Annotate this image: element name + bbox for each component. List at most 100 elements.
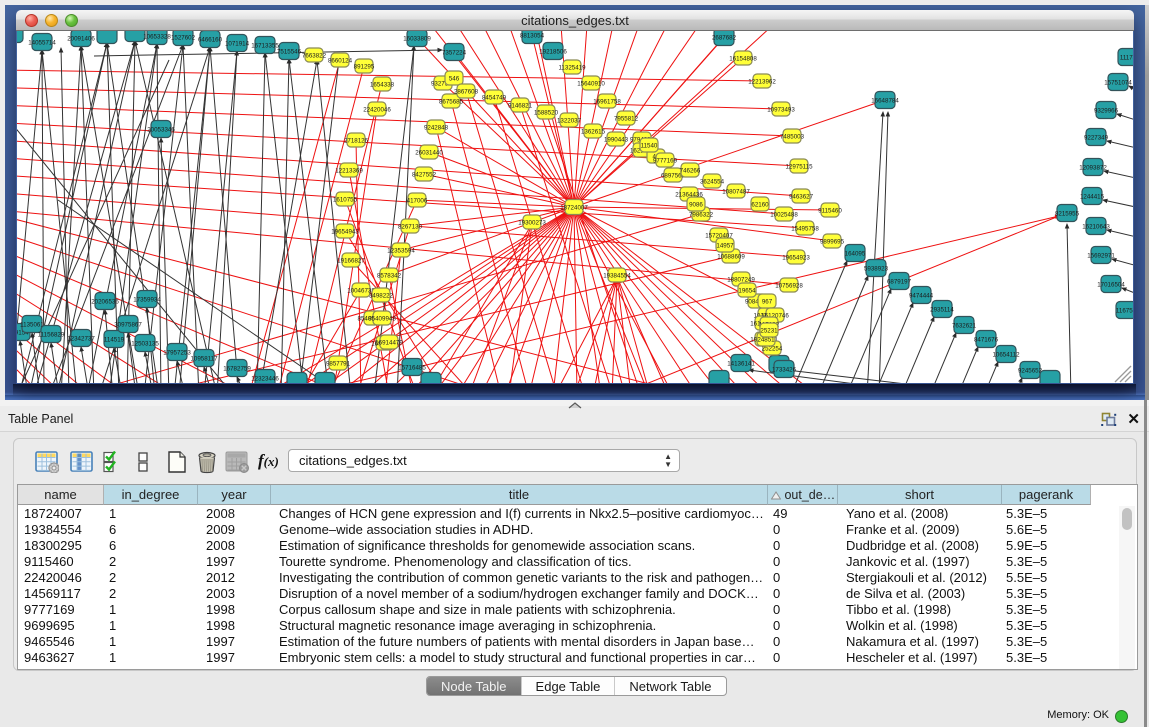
svg-text:10958117: 10958117 xyxy=(190,356,218,363)
svg-text:12503135: 12503135 xyxy=(131,341,159,348)
svg-text:7357224: 7357224 xyxy=(442,50,467,57)
svg-text:8454749: 8454749 xyxy=(482,95,507,102)
svg-text:16210643: 16210643 xyxy=(1082,224,1110,231)
svg-text:10756928: 10756928 xyxy=(775,283,803,290)
svg-text:2687682: 2687682 xyxy=(712,35,737,42)
svg-text:17359934: 17359934 xyxy=(133,297,161,304)
svg-text:16648784: 16648784 xyxy=(871,98,899,105)
svg-text:1527602: 1527602 xyxy=(171,35,196,42)
svg-text:9857791: 9857791 xyxy=(326,361,351,368)
svg-text:9777169: 9777169 xyxy=(653,158,678,165)
svg-text:15640910: 15640910 xyxy=(577,81,605,88)
svg-text:2867608: 2867608 xyxy=(454,89,479,96)
svg-text:20091406: 20091406 xyxy=(67,36,95,43)
svg-text:22420046: 22420046 xyxy=(363,107,391,114)
svg-text:11325419: 11325419 xyxy=(558,65,586,72)
svg-text:19654: 19654 xyxy=(738,288,756,295)
svg-text:9146821: 9146821 xyxy=(508,103,533,110)
svg-text:9086: 9086 xyxy=(689,202,703,209)
svg-text:1610755: 1610755 xyxy=(333,197,358,204)
svg-text:9463627: 9463627 xyxy=(789,194,814,201)
svg-text:20206536: 20206536 xyxy=(91,299,119,306)
svg-text:8471676: 8471676 xyxy=(974,337,999,344)
svg-text:15716485: 15716485 xyxy=(398,365,426,372)
svg-text:164095: 164095 xyxy=(845,251,866,258)
svg-text:11540: 11540 xyxy=(641,143,658,150)
svg-text:7632621: 7632621 xyxy=(952,323,977,330)
svg-text:10688609: 10688609 xyxy=(717,254,745,261)
svg-text:12323446: 12323446 xyxy=(251,376,279,383)
svg-text:30975867: 30975867 xyxy=(114,322,142,329)
svg-text:1244415: 1244415 xyxy=(1080,194,1105,201)
svg-text:15692971: 15692971 xyxy=(1087,253,1115,260)
svg-text:8813054: 8813054 xyxy=(520,33,545,40)
svg-text:967: 967 xyxy=(762,299,773,306)
svg-text:19654923: 19654923 xyxy=(782,255,810,262)
svg-text:19166827: 19166827 xyxy=(337,258,365,265)
svg-text:18724007: 18724007 xyxy=(560,205,588,212)
svg-text:8427552: 8427552 xyxy=(412,172,437,179)
svg-text:16782759: 16782759 xyxy=(223,366,251,373)
svg-text:10654112: 10654112 xyxy=(992,352,1020,359)
svg-text:15495758: 15495758 xyxy=(791,226,819,233)
svg-text:12975115: 12975115 xyxy=(785,164,813,171)
svg-text:1362615: 1362615 xyxy=(581,129,606,136)
svg-text:1322037: 1322037 xyxy=(557,118,582,125)
svg-text:7986322: 7986322 xyxy=(689,212,714,219)
svg-text:1588520: 1588520 xyxy=(534,110,559,117)
svg-text:17957253: 17957253 xyxy=(163,350,191,357)
svg-text:5938923: 5938923 xyxy=(864,266,889,273)
svg-text:116753: 116753 xyxy=(1116,308,1133,315)
svg-text:8267130: 8267130 xyxy=(398,224,423,231)
svg-text:1990443: 1990443 xyxy=(604,137,629,144)
svg-text:8660124: 8660124 xyxy=(328,58,353,65)
svg-text:11156829: 11156829 xyxy=(38,332,65,339)
svg-text:15751074: 15751074 xyxy=(1104,80,1132,87)
svg-text:6466160: 6466160 xyxy=(198,37,223,44)
svg-text:9899695: 9899695 xyxy=(820,239,845,246)
svg-text:10025488: 10025488 xyxy=(770,212,798,219)
svg-text:7955812: 7955812 xyxy=(614,116,639,123)
svg-text:9242848: 9242848 xyxy=(424,125,449,132)
svg-text:10807487: 10807487 xyxy=(722,189,750,196)
svg-text:1733426: 1733426 xyxy=(772,367,797,374)
svg-text:9227349: 9227349 xyxy=(1084,135,1109,142)
svg-text:9329966: 9329966 xyxy=(1094,108,1119,115)
svg-text:1135061: 1135061 xyxy=(20,322,44,329)
svg-text:20053346: 20053346 xyxy=(147,127,175,134)
svg-text:8215955: 8215955 xyxy=(1055,211,1080,218)
svg-text:12342737: 12342737 xyxy=(67,336,95,343)
svg-text:12213962: 12213962 xyxy=(748,79,776,86)
svg-text:3624554: 3624554 xyxy=(700,179,725,186)
svg-text:85409948: 85409948 xyxy=(368,316,396,323)
svg-text:16961758: 16961758 xyxy=(593,99,621,106)
svg-text:10973493: 10973493 xyxy=(767,107,795,114)
svg-text:16713355: 16713355 xyxy=(251,43,279,50)
svg-text:14957: 14957 xyxy=(716,243,734,250)
svg-text:1654338: 1654338 xyxy=(370,82,395,89)
svg-text:8675685: 8675685 xyxy=(439,99,464,106)
svg-text:2935114: 2935114 xyxy=(930,307,954,314)
svg-text:9245652: 9245652 xyxy=(1018,368,1043,375)
svg-text:19654943: 19654943 xyxy=(331,229,359,236)
svg-text:8578342: 8578342 xyxy=(377,273,402,280)
svg-text:417006: 417006 xyxy=(407,198,428,205)
svg-text:14055714: 14055714 xyxy=(28,40,56,47)
svg-text:891295: 891295 xyxy=(354,64,375,71)
svg-text:546: 546 xyxy=(449,76,460,83)
svg-text:10653328: 10653328 xyxy=(143,34,171,41)
svg-text:9474444: 9474444 xyxy=(909,293,934,300)
svg-text:9115460: 9115460 xyxy=(818,208,842,215)
svg-text:14136141: 14136141 xyxy=(727,361,755,368)
svg-text:25231: 25231 xyxy=(760,328,778,335)
svg-text:16154808: 16154808 xyxy=(729,56,757,63)
svg-text:7663822: 7663822 xyxy=(302,53,327,60)
svg-text:12213369: 12213369 xyxy=(335,168,363,175)
svg-text:17016504: 17016504 xyxy=(1097,282,1125,289)
svg-text:11174: 11174 xyxy=(1120,55,1133,62)
svg-text:114519: 114519 xyxy=(104,337,125,344)
svg-text:62160: 62160 xyxy=(751,202,769,209)
svg-text:19218506: 19218506 xyxy=(539,49,567,56)
svg-text:3498222: 3498222 xyxy=(369,293,394,300)
svg-text:7515546: 7515546 xyxy=(277,49,302,56)
